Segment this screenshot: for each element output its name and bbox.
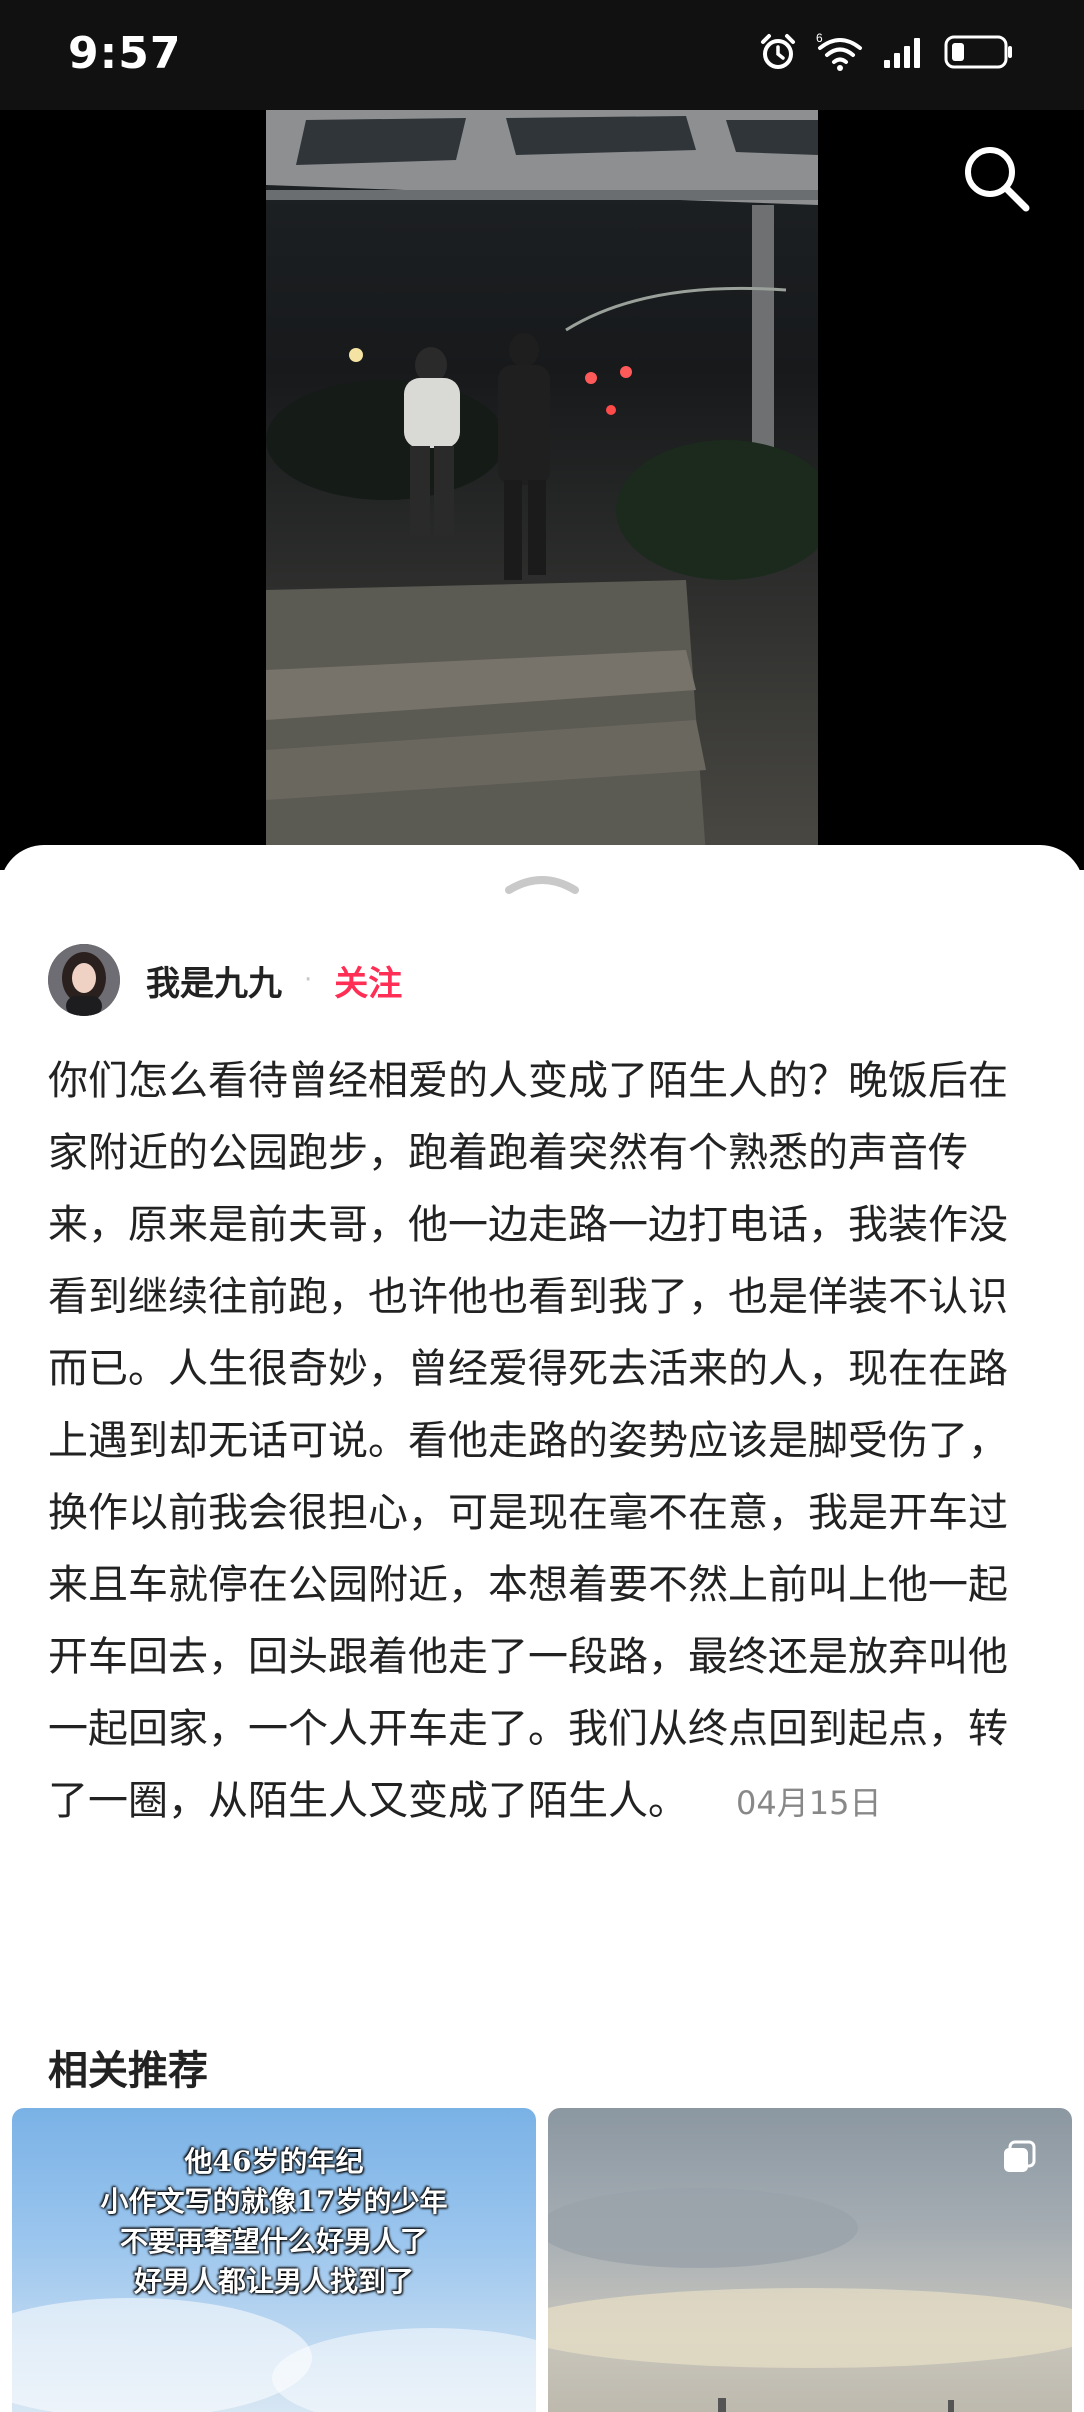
search-icon[interactable] bbox=[958, 140, 1034, 216]
card-caption-line: 他46岁的年纪 bbox=[184, 2145, 364, 2178]
cellular-signal-icon bbox=[884, 38, 920, 68]
card-sky-image bbox=[548, 2188, 1072, 2412]
wifi-badge: 6 bbox=[816, 32, 823, 45]
multi-image-icon bbox=[1004, 2140, 1036, 2172]
status-time: 9:57 bbox=[68, 28, 182, 79]
video-frame-image bbox=[266, 110, 818, 855]
card-caption-line: 好男人都让男人找到了 bbox=[133, 2265, 414, 2298]
post-body: 你们怎么看待曾经相爱的人变成了陌生人的？晚饭后在家附近的公园跑步，跑着跑着突然有… bbox=[48, 1045, 1008, 1839]
recommendation-card[interactable] bbox=[548, 2108, 1072, 2412]
card-caption-line: 不要再奢望什么好男人了 bbox=[119, 2225, 428, 2258]
follow-button[interactable]: 关注 bbox=[334, 956, 402, 1005]
author-name[interactable]: 我是九九 bbox=[146, 956, 282, 1005]
status-icons: 6 bbox=[758, 32, 1014, 72]
wifi-icon: 6 bbox=[816, 32, 862, 71]
separator-dot: · bbox=[304, 965, 313, 995]
card-caption: 他46岁的年纪 小作文写的就像17岁的少年 不要再奢望什么好男人了 好男人都让男… bbox=[12, 2142, 536, 2302]
post-date: 04月15日 bbox=[736, 1784, 882, 1822]
alarm-icon bbox=[761, 34, 795, 69]
card-caption-line: 小作文写的就像17岁的少年 bbox=[100, 2185, 448, 2218]
author-row: 我是九九 · 关注 bbox=[48, 944, 402, 1016]
avatar[interactable] bbox=[48, 944, 120, 1016]
status-bar: 9:57 6 bbox=[0, 0, 1084, 110]
video-player[interactable] bbox=[266, 110, 818, 855]
recommendations-title: 相关推荐 bbox=[48, 2048, 208, 2094]
recommendation-card[interactable]: 他46岁的年纪 小作文写的就像17岁的少年 不要再奢望什么好男人了 好男人都让男… bbox=[12, 2108, 536, 2412]
avatar-image bbox=[48, 944, 120, 1016]
post-text: 你们怎么看待曾经相爱的人变成了陌生人的？晚饭后在家附近的公园跑步，跑着跑着突然有… bbox=[48, 1058, 1008, 1824]
battery-icon bbox=[944, 35, 1012, 69]
collapse-handle-icon[interactable] bbox=[503, 868, 581, 896]
